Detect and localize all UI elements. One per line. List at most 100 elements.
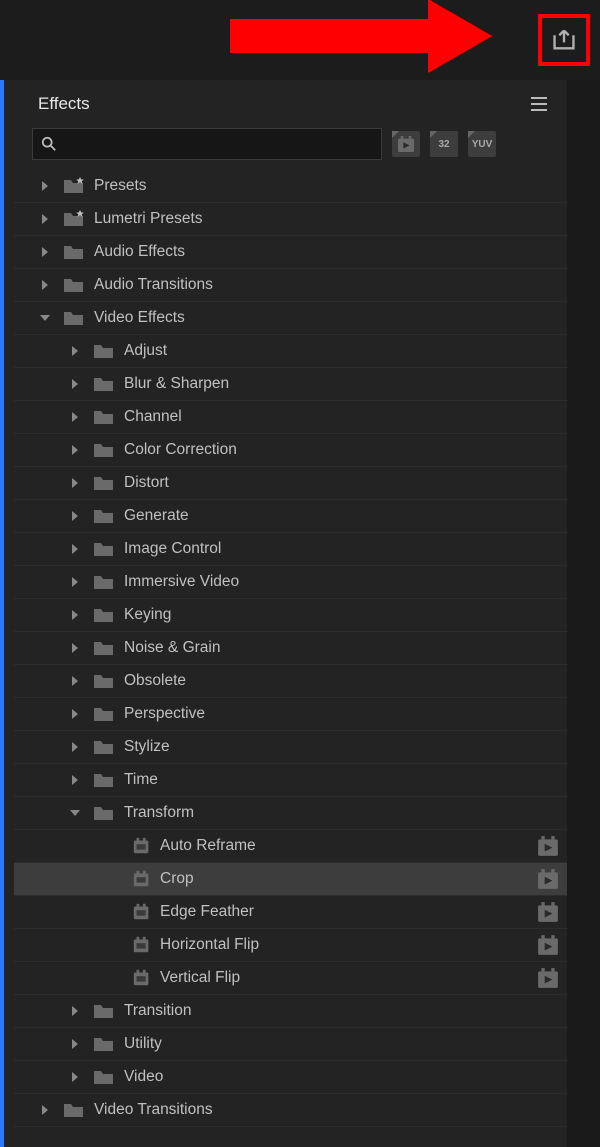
disclosure-right-icon[interactable] (70, 510, 82, 522)
disclosure-right-icon[interactable] (70, 675, 82, 687)
tree-row-label: Lumetri Presets (94, 210, 559, 228)
effect-icon (132, 903, 152, 921)
folder-icon (92, 408, 116, 426)
tree-row-label: Immersive Video (124, 573, 559, 591)
tree-row[interactable]: Noise & Grain (14, 632, 567, 665)
tree-row[interactable]: Distort (14, 467, 567, 500)
folder-icon (92, 672, 116, 690)
tree-row[interactable]: Stylize (14, 731, 567, 764)
folder-icon (62, 243, 86, 261)
tree-row[interactable]: Perspective (14, 698, 567, 731)
disclosure-right-icon[interactable] (70, 411, 82, 423)
search-icon (41, 136, 57, 152)
tree-row[interactable]: Immersive Video (14, 566, 567, 599)
disclosure-right-icon[interactable] (40, 279, 52, 291)
disclosure-right-icon[interactable] (70, 708, 82, 720)
tree-row[interactable]: Keying (14, 599, 567, 632)
folder-icon (92, 474, 116, 492)
tree-row[interactable]: Audio Transitions (14, 269, 567, 302)
disclosure-right-icon[interactable] (70, 774, 82, 786)
disclosure-right-icon[interactable] (40, 180, 52, 192)
disclosure-right-icon[interactable] (70, 741, 82, 753)
effects-tree: Presets Lumetri Presets Audio EffectsAudio… (8, 170, 567, 1127)
folder-icon (92, 1002, 116, 1020)
tree-row[interactable]: Crop (14, 863, 567, 896)
tree-row[interactable]: Auto Reframe (14, 830, 567, 863)
tree-row-label: Presets (94, 177, 559, 195)
tree-row[interactable]: Lumetri Presets (14, 203, 567, 236)
tree-row[interactable]: Generate (14, 500, 567, 533)
hamburger-icon (531, 97, 547, 111)
tree-row[interactable]: Obsolete (14, 665, 567, 698)
tree-row[interactable]: Time (14, 764, 567, 797)
folder-icon (92, 342, 116, 360)
tree-row[interactable]: Presets (14, 170, 567, 203)
effect-icon (132, 969, 152, 987)
folder-icon (62, 276, 86, 294)
disclosure-down-icon[interactable] (40, 312, 52, 324)
tree-row-label: Keying (124, 606, 559, 624)
tree-row-label: Edge Feather (160, 903, 537, 921)
disclosure-right-icon[interactable] (70, 345, 82, 357)
folder-icon (92, 738, 116, 756)
disclosure-right-icon[interactable] (70, 576, 82, 588)
disclosure-right-icon[interactable] (70, 477, 82, 489)
tree-row[interactable]: Adjust (14, 335, 567, 368)
quick-export-button[interactable] (538, 14, 590, 66)
disclosure-right-icon[interactable] (70, 1005, 82, 1017)
tree-row-label: Stylize (124, 738, 559, 756)
tree-row[interactable]: Transform (14, 797, 567, 830)
accelerated-badge-icon (537, 902, 559, 922)
tree-row-label: Horizontal Flip (160, 936, 537, 954)
tree-row-label: Auto Reframe (160, 837, 537, 855)
tree-row[interactable]: Horizontal Flip (14, 929, 567, 962)
disclosure-right-icon[interactable] (40, 213, 52, 225)
tree-row[interactable]: Edge Feather (14, 896, 567, 929)
disclosure-right-icon[interactable] (40, 246, 52, 258)
tree-row-label: Vertical Flip (160, 969, 537, 987)
tree-row-label: Video Effects (94, 309, 559, 327)
search-input[interactable] (65, 136, 373, 152)
filter-yuv-button[interactable]: YUV (468, 131, 496, 157)
folder-icon (92, 639, 116, 657)
search-box[interactable] (32, 128, 382, 160)
tree-row[interactable]: Video Transitions (14, 1094, 567, 1127)
tree-row[interactable]: Color Correction (14, 434, 567, 467)
accelerated-badge-icon (537, 935, 559, 955)
disclosure-down-icon[interactable] (70, 807, 82, 819)
folder-icon (92, 540, 116, 558)
disclosure-right-icon[interactable] (40, 1104, 52, 1116)
tree-row-label: Generate (124, 507, 559, 525)
tree-row[interactable]: Utility (14, 1028, 567, 1061)
tree-row[interactable]: Video Effects (14, 302, 567, 335)
export-icon (551, 27, 577, 53)
tree-row[interactable]: Transition (14, 995, 567, 1028)
filter-accelerated-button[interactable] (392, 131, 420, 157)
disclosure-right-icon[interactable] (70, 543, 82, 555)
tree-row-label: Distort (124, 474, 559, 492)
tree-row-label: Crop (160, 870, 537, 888)
effects-panel: Effects 32 YUV PresetsLumetri (0, 80, 567, 1147)
folder-icon (62, 1101, 86, 1119)
disclosure-right-icon[interactable] (70, 444, 82, 456)
accel-icon (397, 136, 415, 152)
tree-row[interactable]: Vertical Flip (14, 962, 567, 995)
tree-row[interactable]: Audio Effects (14, 236, 567, 269)
panel-menu-button[interactable] (529, 94, 549, 114)
filter-32bit-button[interactable]: 32 (430, 131, 458, 157)
tree-row[interactable]: Video (14, 1061, 567, 1094)
disclosure-right-icon[interactable] (70, 609, 82, 621)
disclosure-right-icon[interactable] (70, 1038, 82, 1050)
tree-row[interactable]: Channel (14, 401, 567, 434)
disclosure-right-icon[interactable] (70, 378, 82, 390)
panel-title: Effects (38, 94, 529, 114)
tree-row-label: Utility (124, 1035, 559, 1053)
disclosure-right-icon[interactable] (70, 1071, 82, 1083)
tree-row[interactable]: Image Control (14, 533, 567, 566)
panel-header: Effects (8, 80, 567, 128)
filter-yuv-label: YUV (472, 139, 493, 150)
disclosure-right-icon[interactable] (70, 642, 82, 654)
folder-icon (92, 705, 116, 723)
folder-icon (92, 606, 116, 624)
tree-row[interactable]: Blur & Sharpen (14, 368, 567, 401)
